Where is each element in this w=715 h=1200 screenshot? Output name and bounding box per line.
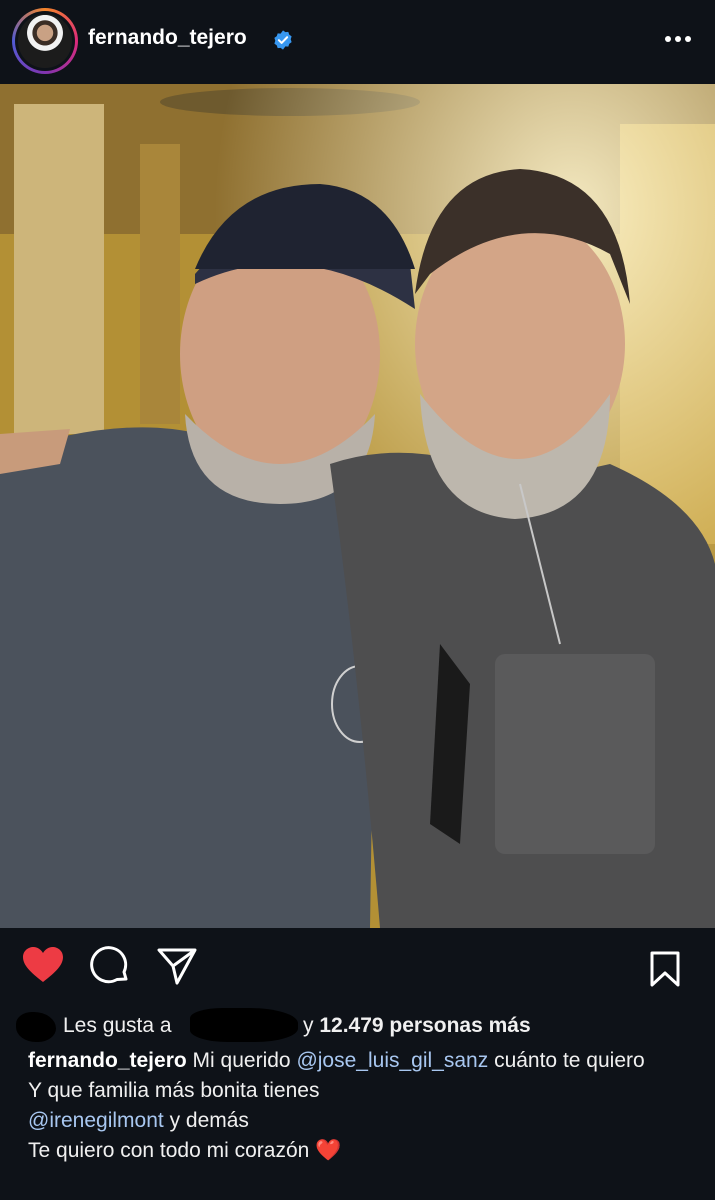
post-header: fernando_tejero	[0, 0, 715, 84]
mention-link-2[interactable]: @irenegilmont	[28, 1109, 164, 1132]
caption-username[interactable]: fernando_tejero	[28, 1049, 187, 1072]
caption-text-4: Te quiero con todo mi corazón	[28, 1139, 310, 1162]
comment-icon[interactable]	[90, 946, 130, 986]
avatar-border	[15, 11, 75, 71]
avatar-image	[18, 14, 72, 68]
likes-prefix-text: Les gusta a	[63, 1014, 172, 1037]
post-photo-illustration	[0, 84, 715, 928]
likes-connector: y	[303, 1014, 314, 1037]
caption-text-1: Mi querido	[192, 1049, 291, 1072]
caption-text-3-end: y demás	[169, 1109, 249, 1132]
caption-line-1: fernando_tejero Mi querido @jose_luis_gi…	[28, 1046, 698, 1076]
likes-count: y 12.479 personas más	[303, 1014, 531, 1038]
post-caption: fernando_tejero Mi querido @jose_luis_gi…	[28, 1046, 698, 1166]
heart-emoji: ❤️	[315, 1139, 342, 1162]
caption-line-4: Te quiero con todo mi corazón ❤️	[28, 1136, 698, 1166]
bookmark-icon[interactable]	[648, 950, 682, 988]
more-options-icon[interactable]	[663, 26, 693, 52]
verified-badge-icon	[274, 30, 292, 50]
caption-line-2: Y que familia más bonita tienes	[28, 1079, 320, 1102]
heart-filled-icon[interactable]	[22, 946, 64, 984]
post-actions-bar	[0, 928, 715, 1008]
likes-summary[interactable]: Les gusta a y 12.479 personas más	[0, 1008, 715, 1044]
caption-text-1-end: cuánto te quiero	[494, 1049, 645, 1072]
caption-line-3: @irenegilmont y demás	[28, 1106, 698, 1136]
redacted-liker-avatar	[16, 1012, 56, 1042]
post-username[interactable]: fernando_tejero	[88, 26, 247, 50]
redacted-liker-name	[190, 1008, 298, 1042]
post-photo[interactable]	[0, 84, 715, 928]
likes-count-text: 12.479 personas más	[319, 1014, 531, 1037]
mention-link-1[interactable]: @jose_luis_gil_sanz	[296, 1049, 488, 1072]
profile-avatar[interactable]	[12, 8, 78, 74]
share-icon[interactable]	[156, 946, 198, 986]
